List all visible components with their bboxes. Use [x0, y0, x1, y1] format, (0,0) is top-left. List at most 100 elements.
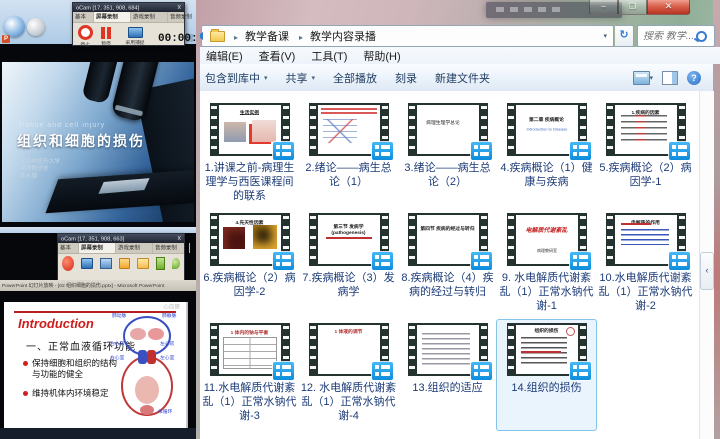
search-input[interactable] — [638, 31, 696, 42]
preview-pane-expander[interactable]: ‹ — [700, 252, 714, 290]
open-folder-button[interactable] — [119, 258, 131, 269]
caption-buttons: – ❐ ✕ — [589, 0, 690, 15]
toolbar-button[interactable]: 新建文件夹 — [426, 70, 499, 86]
breadcrumb-segment[interactable]: 教学备课 — [229, 28, 294, 44]
powerpoint-titlebar[interactable]: PowerPoint 幻灯片放映 - [02 组织细胞的损伤.pptx] - M… — [0, 280, 196, 291]
ocam-close-icon[interactable]: x — [178, 4, 182, 11]
breadcrumb-segment[interactable]: 教学内容录播 — [294, 28, 381, 44]
file-item[interactable]: 第四节 疾病的经过与转归 8.疾病概论（4）疾病的经过与转归 — [398, 210, 497, 320]
file-item[interactable]: 生活实例 1.讲课之前-病理生理学与西医课程间的联系 — [200, 100, 299, 210]
ocam2-titlebar[interactable]: oCam [17, 351, 908, 663] x — [58, 234, 184, 243]
video-thumbnail: 第三节 发病学(pathogenesis) — [309, 213, 389, 266]
file-item[interactable]: 1.疾病的因素 5.疾病概论（2）病因学-1 — [596, 100, 695, 210]
close-button[interactable]: ✕ — [647, 0, 690, 15]
help-button[interactable]: ? — [687, 71, 701, 85]
media-button-icon[interactable] — [4, 16, 25, 37]
file-item[interactable]: 13.组织的适应 — [398, 320, 497, 430]
ocam-titlebar[interactable]: oCam [17, 351, 908, 684] x — [73, 3, 184, 12]
pause-icon — [101, 27, 111, 39]
file-name: 6.疾病概论（2）病因学-2 — [201, 271, 298, 299]
pause-button[interactable]: 暂停 — [98, 27, 114, 51]
record-button[interactable] — [62, 256, 74, 271]
resize-button[interactable] — [81, 258, 93, 269]
file-item[interactable]: 1 体液的调节 12. 水电解质代谢紊乱（1）正常水钠代谢-4 — [299, 320, 398, 430]
ocam-tab[interactable]: 游戏录制 — [131, 12, 168, 22]
ocam-tab[interactable]: 屏幕录制 — [79, 243, 116, 253]
powerpoint-taskbar-icon[interactable]: P — [2, 35, 10, 43]
file-item[interactable]: 组织的损伤 14.组织的损伤 — [497, 320, 596, 430]
slide-preview: 第四节 疾病的经过与转归 — [417, 215, 479, 264]
slide-preview: 组织的损伤 — [516, 325, 578, 374]
ocam-tab[interactable]: 音频录制 — [153, 243, 190, 253]
refresh-button[interactable]: ↻ — [615, 25, 634, 47]
file-item[interactable]: 电解质代谢紊乱 病理教研室 9. 水电解质代谢紊乱（1）正常水钠代谢-1 — [497, 210, 596, 320]
video-thumbnail: 1 体内的钠与平衡 — [210, 323, 290, 376]
menu-item[interactable]: 查看(V) — [259, 48, 296, 64]
menu-item[interactable]: 编辑(E) — [206, 48, 243, 64]
media-button-secondary-icon[interactable] — [27, 18, 45, 36]
slide-preview-title: 4.先天性因素 — [219, 219, 281, 226]
video-thumbnail: 第二章 疾病概论 Introduction to Disease — [507, 103, 587, 156]
ocam2-close-icon[interactable]: x — [178, 235, 182, 242]
filmstrip-holes — [409, 106, 415, 153]
file-item[interactable]: 2.绪论——病生总论（1） — [299, 100, 398, 210]
slide-preview: 第二章 疾病概论 Introduction to Disease — [516, 105, 578, 154]
file-item[interactable]: 4.先天性因素 6.疾病概论（2）病因学-2 — [200, 210, 299, 320]
file-item[interactable]: 1 体内的钠与平衡 11.水电解质代谢紊乱（1）正常水钠代谢-3 — [200, 320, 299, 430]
ocam-tab[interactable]: 基本 — [58, 243, 79, 253]
diagram-label: 左心室 — [160, 354, 174, 361]
menu-item[interactable]: 帮助(H) — [363, 48, 400, 64]
ocam-tab[interactable]: 游戏录制 — [116, 243, 153, 253]
monitor-icon — [128, 27, 143, 38]
codec-button[interactable] — [137, 258, 149, 269]
filmstrip-holes — [211, 106, 217, 153]
views-icon — [633, 71, 650, 85]
video-overlay-icon — [372, 252, 393, 270]
options-button[interactable] — [172, 258, 180, 269]
toolbar-button[interactable]: 共享 — [277, 70, 325, 86]
slide-preview: 1.疾病的因素 — [615, 105, 677, 154]
preview-pane-button[interactable] — [662, 71, 678, 85]
filmstrip-holes — [508, 106, 514, 153]
slide-preview — [417, 325, 479, 374]
file-item[interactable]: 病理生理学总论 3.绪论——病生总论（2） — [398, 100, 497, 210]
minimize-button[interactable]: – — [589, 0, 618, 15]
screenshot-stage: P oCam [17, 351, 908, 684] x 基本屏幕录制游戏录制音… — [0, 0, 720, 439]
ocam-tab[interactable]: 基本 — [73, 12, 94, 22]
address-bar[interactable]: 教学备课教学内容录播 ▾ — [201, 25, 614, 47]
video-thumbnail: 电解质代谢紊乱 病理教研室 — [507, 213, 587, 266]
slide-preview-title: 组织的损伤 — [516, 327, 578, 334]
video-overlay-icon — [570, 252, 591, 270]
ocam2-title: oCam [17, 351, 908, 663] — [61, 235, 124, 241]
capture-button[interactable]: 采用捕捉 — [119, 27, 151, 50]
breadcrumb: 教学备课教学内容录播 — [229, 28, 381, 44]
exit-button[interactable] — [156, 257, 165, 270]
toolbar-button[interactable]: 全部播放 — [324, 70, 386, 86]
video-thumbnail — [309, 103, 389, 156]
stop-button[interactable]: 停止 — [77, 25, 93, 52]
powerpoint-title: PowerPoint 幻灯片放映 - [02 组织细胞的损伤.pptx] - M… — [0, 282, 164, 289]
filmstrip-holes — [508, 216, 514, 263]
video-overlay-icon — [273, 362, 294, 380]
screenshot-button[interactable] — [100, 258, 112, 269]
filmstrip-holes — [211, 326, 217, 373]
ocam-tab[interactable]: 屏幕录制 — [94, 12, 131, 22]
toolbar-button[interactable]: 包含到库中 — [196, 70, 277, 86]
file-item[interactable]: 第三节 发病学(pathogenesis) 7.疾病概论（3）发病学 — [299, 210, 398, 320]
filmstrip-holes — [607, 216, 613, 263]
search-box[interactable] — [637, 25, 715, 47]
change-view-button[interactable]: ▾ — [633, 71, 653, 85]
address-dropdown-icon[interactable]: ▾ — [603, 32, 613, 40]
maximize-button[interactable]: ❐ — [618, 0, 647, 15]
filmstrip-holes — [409, 216, 415, 263]
diagram-label: 肺静脉 — [162, 312, 176, 319]
diagram-label: 肺动脉 — [112, 312, 126, 319]
toolbar-button[interactable]: 刻录 — [386, 70, 426, 86]
filmstrip-holes — [607, 106, 613, 153]
filmstrip-holes — [310, 216, 316, 263]
file-item[interactable]: 电解质的作用 10.水电解质代谢紊乱（1）正常水钠代谢-2 — [596, 210, 695, 320]
menu-item[interactable]: 工具(T) — [311, 48, 347, 64]
file-name: 2.绪论——病生总论（1） — [300, 161, 397, 189]
slide-preview: 第三节 发病学(pathogenesis) — [318, 215, 380, 264]
file-item[interactable]: 第二章 疾病概论 Introduction to Disease 4.疾病概论（… — [497, 100, 596, 210]
